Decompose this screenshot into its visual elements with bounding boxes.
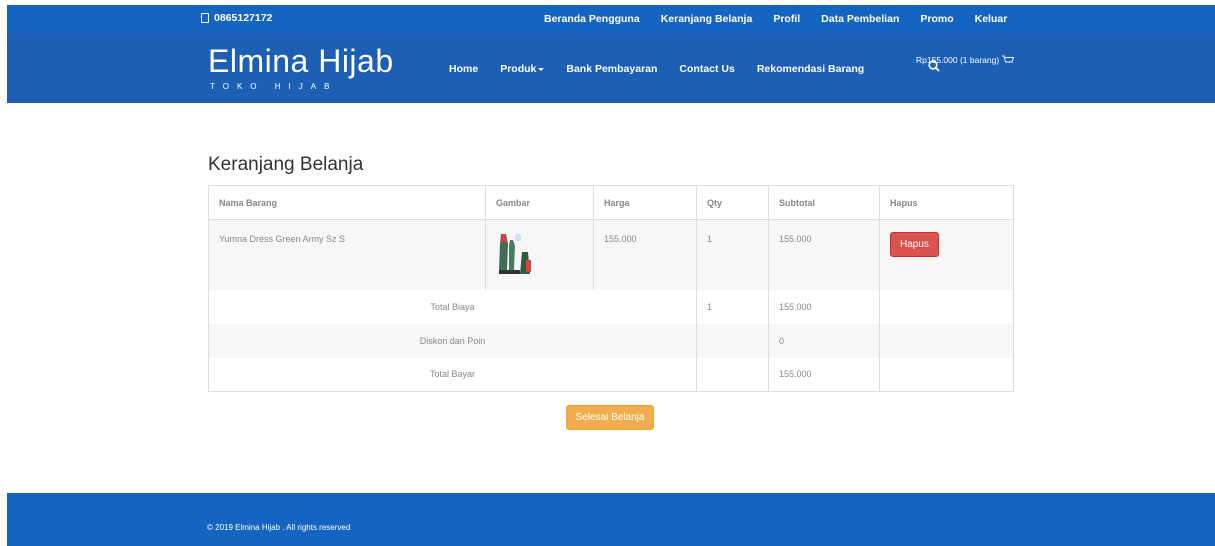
total-biaya-row: Total Biaya 1 155.000 <box>208 289 1014 324</box>
item-delete-cell: Hapus <box>879 219 1014 290</box>
nav-home[interactable]: Home <box>449 63 478 75</box>
nav-home-label: Home <box>449 63 479 75</box>
top-bar: 0865127172 Beranda Pengguna Keranjang Be… <box>7 5 1215 33</box>
column-header-subtotal: Subtotal <box>768 185 880 220</box>
site-tagline: TOKO HIJAB <box>210 82 338 91</box>
diskon-label: Diskon dari Poin <box>208 323 697 358</box>
column-header-nama-barang: Nama Barang <box>208 185 486 220</box>
checkout-button[interactable]: Selesai Belanja <box>566 405 654 430</box>
empty-cell <box>696 357 769 392</box>
nav-profil[interactable]: Profil <box>773 13 800 25</box>
diskon-row: Diskon dari Poin 0 <box>208 323 1014 358</box>
column-header-qty: Qty <box>696 185 769 220</box>
cart-table: Nama Barang Gambar Harga Qty Subtotal Ha… <box>208 185 1014 392</box>
main-header: Elmina Hijab TOKO HIJAB Home Produk Bank… <box>7 33 1215 103</box>
nav-bank-pembayaran[interactable]: Bank Pembayaran <box>566 63 657 75</box>
item-price: 155.000 <box>593 219 697 290</box>
total-bayar-value: 155.000 <box>768 357 880 392</box>
delete-item-button[interactable]: Hapus <box>890 232 939 257</box>
nav-data-pembelian[interactable]: Data Pembelian <box>821 13 899 25</box>
phone-number: 0865127172 <box>214 12 273 24</box>
phone-contact: 0865127172 <box>201 12 272 24</box>
nav-bank-label: Bank Pembayaran <box>566 63 658 75</box>
table-header-row: Nama Barang Gambar Harga Qty Subtotal Ha… <box>208 185 1014 220</box>
nav-produk-dropdown[interactable]: Produk <box>500 63 545 75</box>
site-logo[interactable]: Elmina Hijab <box>208 43 394 80</box>
empty-cell <box>879 357 1014 392</box>
nav-produk-label: Produk <box>500 63 537 75</box>
top-nav: Beranda Pengguna Keranjang Belanja Profi… <box>544 13 1028 25</box>
total-biaya-qty: 1 <box>696 289 769 324</box>
table-row: Yumna Dress Green Army Sz S 155.000 1 15… <box>208 219 1014 290</box>
total-bayar-label: Total Bayar <box>208 357 697 392</box>
nav-keluar[interactable]: Keluar <box>975 13 1008 25</box>
page-title: Keranjang Belanja <box>208 154 364 175</box>
footer: © 2019 Elmina Hijab . All rights reserve… <box>7 493 1215 546</box>
item-qty: 1 <box>696 219 769 290</box>
phone-icon <box>201 13 209 23</box>
product-thumbnail <box>496 230 532 276</box>
empty-cell <box>879 289 1014 324</box>
nav-contact-label: Contact Us <box>679 63 735 75</box>
column-header-harga: Harga <box>593 185 697 220</box>
diskon-value: 0 <box>768 323 880 358</box>
total-biaya-value: 155.000 <box>768 289 880 324</box>
total-biaya-label: Total Biaya <box>208 289 697 324</box>
total-bayar-row: Total Bayar 155.000 <box>208 357 1014 392</box>
nav-rekomendasi-label: Rekomendasi Barang <box>756 63 865 75</box>
footer-copyright: © 2019 Elmina Hijab . All rights reserve… <box>207 523 351 532</box>
search-icon[interactable] <box>928 60 940 72</box>
nav-rekomendasi-barang[interactable]: Rekomendasi Barang <box>757 63 864 75</box>
main-nav: Home Produk Bank Pembayaran Contact Us R… <box>449 63 886 75</box>
item-name: Yumna Dress Green Army Sz S <box>208 219 486 290</box>
cart-icon <box>1002 55 1015 63</box>
caret-down-icon <box>538 67 545 71</box>
nav-beranda-pengguna[interactable]: Beranda Pengguna <box>544 13 640 25</box>
empty-cell <box>879 323 1014 358</box>
item-subtotal: 155.000 <box>768 219 880 290</box>
item-image-cell <box>485 219 594 290</box>
column-header-gambar: Gambar <box>485 185 594 220</box>
empty-cell <box>696 323 769 358</box>
nav-contact-us[interactable]: Contact Us <box>679 63 734 75</box>
nav-keranjang-belanja[interactable]: Keranjang Belanja <box>661 13 753 25</box>
column-header-hapus: Hapus <box>879 185 1014 220</box>
nav-promo[interactable]: Promo <box>920 13 953 25</box>
